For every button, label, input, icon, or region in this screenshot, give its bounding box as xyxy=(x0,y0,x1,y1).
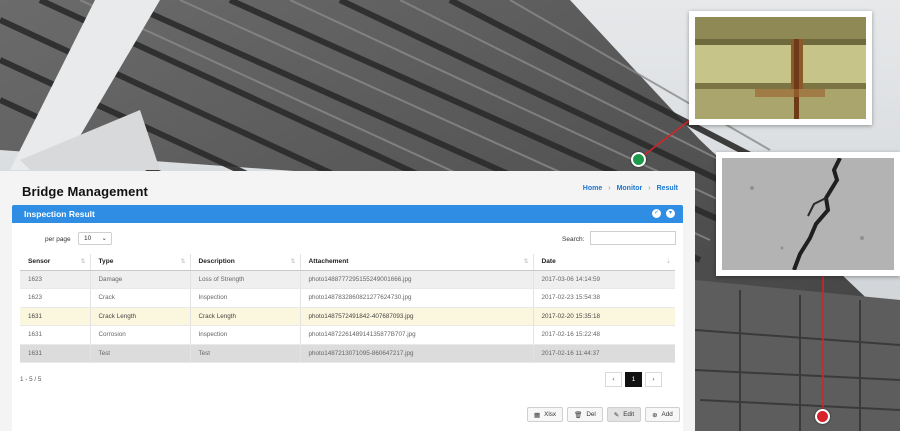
plus-circle-icon: ⊕ xyxy=(652,411,658,419)
table-row[interactable]: 1623 Damage Loss of Strength photo148877… xyxy=(20,270,675,289)
card-header: Inspection Result ✓ ▾ xyxy=(12,205,683,223)
table-row[interactable]: 1623 Crack Inspection photo1487832860821… xyxy=(20,288,675,308)
pagination-next-button[interactable]: › xyxy=(645,372,662,387)
bridge-management-panel: Bridge Management Home › Monitor › Resul… xyxy=(0,171,695,431)
cell-sensor: 1631 xyxy=(20,325,90,345)
table-header-row: Sensor ⇅ Type ⇅ Description ⇅ Attachement ⇅ … xyxy=(20,254,675,271)
cell-date: 2017-02-23 15:54:38 xyxy=(532,288,675,308)
cell-date: 2017-02-16 15:22:48 xyxy=(532,325,675,345)
column-header-type[interactable]: Type ⇅ xyxy=(89,254,190,271)
cell-attachement[interactable]: photo1487213071095-860647217.jpg xyxy=(299,344,533,363)
cell-sensor: 1631 xyxy=(20,344,90,363)
sort-desc-icon: ⇣ xyxy=(665,259,671,265)
cell-type: Corrosion xyxy=(89,325,190,345)
cell-description: Crack Length xyxy=(189,307,300,326)
wrench-icon: ✎ xyxy=(613,411,620,419)
cell-date: 2017-02-16 11:44:37 xyxy=(532,344,675,363)
add-button[interactable]: ⊕ Add xyxy=(645,407,680,422)
trash-icon: 🗑 xyxy=(574,411,583,419)
per-page-select[interactable]: 10 ⌄ xyxy=(78,232,112,245)
card-tools: ✓ ▾ xyxy=(652,209,675,218)
add-button-label: Add xyxy=(661,411,673,418)
delete-button[interactable]: 🗑 Del xyxy=(567,407,603,422)
per-page-label: per page xyxy=(45,236,71,243)
card-title: Inspection Result xyxy=(24,209,95,219)
delete-button-label: Del xyxy=(586,411,596,418)
cell-sensor: 1623 xyxy=(20,270,90,289)
xlsx-button[interactable]: ▦ Xlsx xyxy=(527,407,564,422)
sort-icon: ⇅ xyxy=(180,259,186,265)
cell-type: Test xyxy=(89,344,190,363)
column-header-date[interactable]: Date ⇣ xyxy=(532,254,675,271)
chevron-down-icon: ⌄ xyxy=(101,235,107,242)
column-header-attachement[interactable]: Attachement ⇅ xyxy=(299,254,533,271)
table-row[interactable]: 1631 Test Test photo1487213071095-860647… xyxy=(20,344,675,363)
column-header-sensor[interactable]: Sensor ⇅ xyxy=(20,254,90,271)
cell-description: Test xyxy=(189,344,300,363)
cell-attachement[interactable]: photo1487226148914135877B707.jpg xyxy=(299,325,533,345)
concrete-crack-photo[interactable] xyxy=(716,152,900,276)
sort-icon: ⇅ xyxy=(290,259,296,265)
breadcrumb: Home › Monitor › Result xyxy=(583,185,678,192)
cell-type: Damage xyxy=(89,270,190,289)
cell-sensor: 1631 xyxy=(20,307,90,326)
breadcrumb-home[interactable]: Home xyxy=(583,185,602,192)
action-buttons: ▦ Xlsx 🗑 Del ✎ Edit ⊕ Add xyxy=(527,407,680,422)
breadcrumb-separator: › xyxy=(648,185,651,192)
cell-sensor: 1623 xyxy=(20,288,90,308)
cell-date: 2017-03-06 14:14:59 xyxy=(532,270,675,289)
sensor-marker-red[interactable] xyxy=(815,409,830,424)
breadcrumb-monitor[interactable]: Monitor xyxy=(617,185,643,192)
search-input[interactable] xyxy=(590,231,676,245)
table-row-selected[interactable]: 1631 Crack Length Crack Length photo1487… xyxy=(20,307,675,326)
pagination: ‹ 1 › xyxy=(605,372,662,387)
sort-icon: ⇅ xyxy=(80,259,86,265)
cell-description: Inspection xyxy=(189,288,300,308)
sort-icon: ⇅ xyxy=(523,259,529,265)
cell-description: Inspection xyxy=(189,325,300,345)
xlsx-button-label: Xlsx xyxy=(544,411,557,418)
edit-button-label: Edit xyxy=(623,411,635,418)
search-label: Search: xyxy=(562,236,585,243)
weld-corrosion-photo[interactable] xyxy=(689,11,872,125)
column-header-description[interactable]: Description ⇅ xyxy=(189,254,300,271)
cell-attachement[interactable]: photo1487572491842-407687093.jpg xyxy=(299,307,533,326)
cell-type: Crack Length xyxy=(89,307,190,326)
breadcrumb-separator: › xyxy=(608,185,611,192)
page-title: Bridge Management xyxy=(22,184,148,199)
cell-type: Crack xyxy=(89,288,190,308)
check-icon[interactable]: ✓ xyxy=(652,209,661,218)
per-page-value: 10 xyxy=(84,235,92,242)
collapse-icon[interactable]: ▾ xyxy=(666,209,675,218)
breadcrumb-result[interactable]: Result xyxy=(657,185,678,192)
pagination-prev-button[interactable]: ‹ xyxy=(605,372,622,387)
cell-attachement[interactable]: photo1488777295155249001666.jpg xyxy=(299,270,533,289)
sensor-marker-green[interactable] xyxy=(631,152,646,167)
pagination-info: 1 - 5 / 5 xyxy=(20,376,42,383)
table-row[interactable]: 1631 Corrosion Inspection photo148722614… xyxy=(20,325,675,345)
spreadsheet-icon: ▦ xyxy=(534,411,541,419)
cell-attachement[interactable]: photo1487832860821277624730.jpg xyxy=(299,288,533,308)
pagination-page-button[interactable]: 1 xyxy=(625,372,642,387)
edit-button[interactable]: ✎ Edit xyxy=(606,407,642,422)
card-body: per page 10 ⌄ Search: Sensor ⇅ Type ⇅ Desc… xyxy=(12,223,683,431)
cell-description: Loss of Strength xyxy=(189,270,300,289)
cell-date: 2017-02-20 15:35:18 xyxy=(532,307,675,326)
inspection-result-table: Sensor ⇅ Type ⇅ Description ⇅ Attachement ⇅ … xyxy=(20,254,675,363)
